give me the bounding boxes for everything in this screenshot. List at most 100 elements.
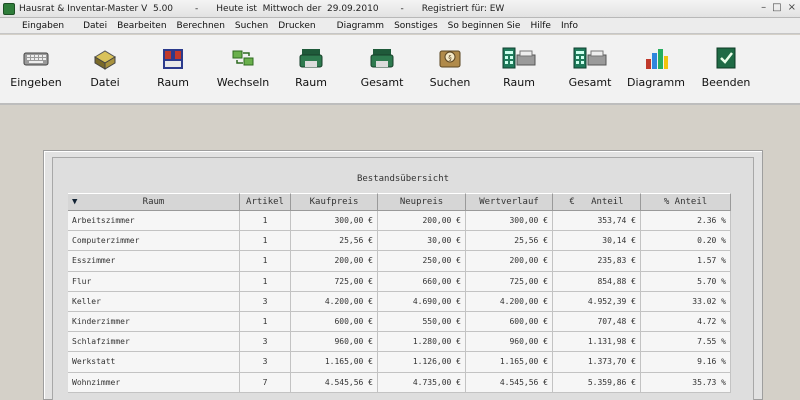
diagramm-button[interactable]: Diagramm bbox=[626, 45, 686, 101]
beenden-button[interactable]: Beenden bbox=[698, 45, 754, 101]
sort-down-icon[interactable]: ▼ bbox=[72, 197, 77, 207]
column-header-neupreis[interactable]: Neupreis bbox=[378, 193, 466, 211]
table-row[interactable]: Flur 1 725,00 €660,00 €725,00 €854,88 €5.7… bbox=[68, 271, 731, 292]
menu-diagramm[interactable]: Diagramm bbox=[321, 21, 389, 31]
cell-raum: Esszimmer bbox=[68, 251, 240, 272]
title-separator: - bbox=[195, 3, 199, 14]
table-row[interactable]: Esszimmer 1 200,00 €250,00 €200,00 €235,83… bbox=[68, 251, 731, 272]
cell-prozent-anteil: 33.02 % bbox=[641, 291, 731, 312]
table-row[interactable]: Computerzimmer 1 25,56 €30,00 €25,56 €30,1… bbox=[68, 231, 731, 252]
column-header-euro-anteil[interactable]: € Anteil bbox=[553, 193, 641, 211]
close-icon[interactable]: × bbox=[788, 2, 796, 13]
cell-euro-anteil: 30,14 € bbox=[553, 231, 641, 252]
column-header-kaufpreis[interactable]: Kaufpreis bbox=[291, 193, 378, 211]
cell-prozent-anteil: 35.73 % bbox=[641, 372, 731, 393]
cell-raum: Schlafzimmer bbox=[68, 332, 240, 353]
cell-kaufpreis: 1.165,00 € bbox=[291, 352, 378, 373]
eingeben-label: Eingeben bbox=[10, 76, 62, 89]
keyboard-icon bbox=[22, 45, 50, 71]
raum-button[interactable]: Raum bbox=[146, 45, 200, 101]
datei-label: Datei bbox=[90, 76, 120, 89]
cell-prozent-anteil: 9.16 % bbox=[641, 352, 731, 373]
cell-wertverlauf: 960,00 € bbox=[466, 332, 553, 353]
menu-hilfe[interactable]: Hilfe bbox=[525, 21, 555, 31]
cell-euro-anteil: 1.373,70 € bbox=[553, 352, 641, 373]
column-header-wertverlauf[interactable]: Wertverlauf bbox=[466, 193, 553, 211]
cell-artikel: 1 bbox=[240, 311, 291, 333]
table-row[interactable]: Werkstatt 3 1.165,00 €1.126,00 €1.165,00 €… bbox=[68, 352, 731, 373]
menu-bearbeiten[interactable]: Bearbeiten bbox=[112, 21, 171, 31]
table-row[interactable]: Arbeitszimmer 1 300,00 €200,00 €300,00 €35… bbox=[68, 211, 731, 232]
app-icon bbox=[3, 2, 15, 15]
column-header-artikel[interactable]: Artikel bbox=[240, 193, 291, 211]
table-row[interactable]: Keller 3 4.200,00 €4.690,00 €4.200,00 €4.9… bbox=[68, 291, 731, 312]
cell-euro-anteil: 235,83 € bbox=[553, 251, 641, 272]
cell-prozent-anteil: 0.20 % bbox=[641, 231, 731, 252]
cell-neupreis: 200,00 € bbox=[378, 211, 466, 232]
cell-raum: Kinderzimmer bbox=[68, 311, 240, 333]
cell-kaufpreis: 4.200,00 € bbox=[291, 291, 378, 312]
toolbar: Eingeben Datei Raum Wechseln Raum Gesamt… bbox=[0, 35, 800, 105]
wechseln-button[interactable]: Wechseln bbox=[212, 45, 274, 101]
suchen-label: Suchen bbox=[429, 76, 471, 89]
cell-wertverlauf: 4.545,56 € bbox=[466, 372, 553, 393]
drucken-raum-button[interactable]: Raum bbox=[286, 45, 336, 101]
cell-euro-anteil: 353,74 € bbox=[553, 211, 641, 232]
cell-wertverlauf: 200,00 € bbox=[466, 251, 553, 272]
cell-neupreis: 660,00 € bbox=[378, 271, 466, 292]
cell-kaufpreis: 300,00 € bbox=[291, 211, 378, 232]
app-title: Hausrat & Inventar-Master V 5.00 bbox=[19, 3, 174, 14]
cell-wertverlauf: 4.200,00 € bbox=[466, 291, 553, 312]
menu-info[interactable]: Info bbox=[556, 21, 583, 31]
maximize-icon[interactable]: □ bbox=[772, 2, 781, 13]
cell-euro-anteil: 854,88 € bbox=[553, 271, 641, 292]
menu-sonstiges[interactable]: Sonstiges bbox=[389, 21, 443, 31]
svg-text:§: § bbox=[448, 54, 452, 62]
menu-datei[interactable]: Datei bbox=[78, 21, 112, 31]
berechnen-gesamt-label: Gesamt bbox=[568, 76, 612, 89]
cell-neupreis: 30,00 € bbox=[378, 231, 466, 252]
minimize-icon[interactable]: – bbox=[761, 2, 766, 13]
column-header-raum[interactable]: ▼ Raum bbox=[68, 193, 240, 211]
menu-eingaben[interactable]: Eingaben bbox=[0, 21, 78, 31]
inventory-table: ▼ Raum Artikel Kaufpreis Neupreis Wertve… bbox=[68, 193, 731, 393]
title-bar: Hausrat & Inventar-Master V 5.00 - Heute… bbox=[0, 0, 800, 18]
column-header-prozent-anteil[interactable]: % Anteil bbox=[641, 193, 731, 211]
exit-icon bbox=[712, 45, 740, 71]
menu-berechnen[interactable]: Berechnen bbox=[172, 21, 230, 31]
cell-artikel: 1 bbox=[240, 231, 291, 252]
title-separator: - bbox=[400, 3, 404, 14]
calculator-icon bbox=[572, 45, 608, 71]
table-row[interactable]: Schlafzimmer 3 960,00 €1.280,00 €960,00 €1… bbox=[68, 332, 731, 353]
cell-raum: Computerzimmer bbox=[68, 231, 240, 252]
room-icon bbox=[159, 45, 187, 71]
menu-suchen[interactable]: Suchen bbox=[230, 21, 273, 31]
cell-neupreis: 250,00 € bbox=[378, 251, 466, 272]
file-box-icon bbox=[91, 45, 119, 71]
cell-artikel: 1 bbox=[240, 251, 291, 272]
cell-wertverlauf: 725,00 € bbox=[466, 271, 553, 292]
datei-button[interactable]: Datei bbox=[78, 45, 132, 101]
cell-euro-anteil: 707,48 € bbox=[553, 311, 641, 333]
menu-so-beginnen-sie[interactable]: So beginnen Sie bbox=[443, 21, 526, 31]
cell-euro-anteil: 5.359,86 € bbox=[553, 372, 641, 393]
suchen-button[interactable]: § Suchen bbox=[424, 45, 476, 101]
drucken-gesamt-button[interactable]: Gesamt bbox=[352, 45, 412, 101]
cell-neupreis: 4.690,00 € bbox=[378, 291, 466, 312]
berechnen-raum-label: Raum bbox=[503, 76, 535, 89]
printer-icon bbox=[297, 45, 325, 71]
cell-neupreis: 1.280,00 € bbox=[378, 332, 466, 353]
cell-neupreis: 1.126,00 € bbox=[378, 352, 466, 373]
cell-raum: Arbeitszimmer bbox=[68, 211, 240, 232]
table-row[interactable]: Wohnzimmer 7 4.545,56 €4.735,00 €4.545,56 … bbox=[68, 372, 731, 393]
cell-kaufpreis: 960,00 € bbox=[291, 332, 378, 353]
beenden-label: Beenden bbox=[701, 76, 751, 89]
berechnen-raum-button[interactable]: Raum bbox=[494, 45, 544, 101]
eingeben-button[interactable]: Eingeben bbox=[8, 45, 64, 101]
cell-artikel: 1 bbox=[240, 211, 291, 232]
menu-drucken[interactable]: Drucken bbox=[273, 21, 320, 31]
cell-artikel: 3 bbox=[240, 291, 291, 312]
drucken-gesamt-label: Gesamt bbox=[360, 76, 404, 89]
berechnen-gesamt-button[interactable]: Gesamt bbox=[560, 45, 620, 101]
table-row[interactable]: Kinderzimmer 1 600,00 €550,00 €600,00 €707… bbox=[68, 311, 731, 333]
